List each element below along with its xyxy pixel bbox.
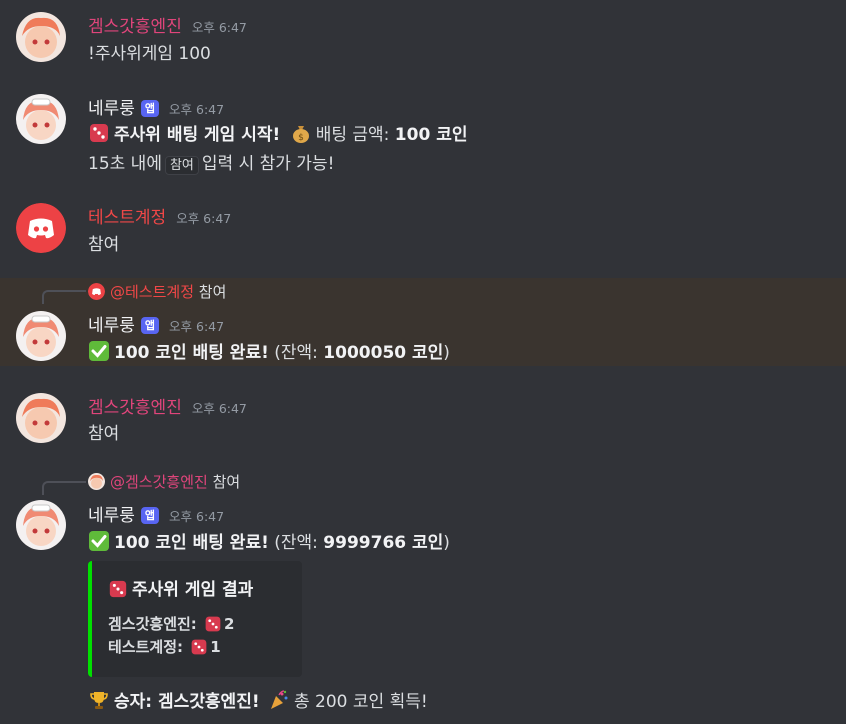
author-name[interactable]: 테스트계정 [88,203,166,228]
check-icon [89,341,109,361]
timestamp: 오후 6:47 [169,102,225,117]
dice-icon [205,616,221,632]
balance-value: 1000050 코인 [323,343,444,363]
player-name: 겜스갓흥엔진: [108,615,197,633]
avatar[interactable] [16,500,66,550]
dice-icon [90,124,108,142]
balance-close: ) [443,533,450,553]
author-name[interactable]: 네루룽 [88,94,135,119]
embed-title: 주사위 게임 결과 [132,580,254,600]
avatar[interactable] [16,12,66,62]
timestamp: 오후 6:47 [191,20,247,35]
reply-reference[interactable]: @겜스갓흥엔진 참여 [88,471,240,492]
balance-label: (잔액: [268,533,324,553]
reply-text: 참여 [212,473,241,491]
svg-text:$: $ [298,133,304,143]
prize-text: 총 200 코인 획득! [294,692,428,712]
message-text: !주사위게임 100 [88,44,211,64]
author-name[interactable]: 겜스갓흥엔진 [88,393,182,418]
timestamp: 오후 6:47 [169,509,225,524]
balance-close: ) [443,343,450,363]
join-instruction-a: 15초 내에 [88,154,162,174]
avatar[interactable] [16,311,66,361]
message-text: 참여 [88,424,120,444]
reply-reference[interactable]: @테스트계정 참여 [88,281,226,302]
author-name[interactable]: 네루룽 [88,311,135,336]
timestamp: 오후 6:47 [176,211,232,226]
reply-text: 참여 [198,283,227,301]
winner-text: 승자: 겜스갓흥엔진! [114,692,260,712]
player-name: 테스트계정: [108,638,183,656]
user-avatar-icon [88,473,105,490]
join-instruction-b: 입력 시 참가 가능! [201,154,335,174]
author-name[interactable]: 네루룽 [88,501,135,526]
check-icon [89,531,109,551]
message-text: 참여 [88,235,120,255]
balance-label: (잔액: [268,343,324,363]
avatar[interactable] [16,393,66,443]
avatar[interactable] [16,94,66,144]
result-embed: 주사위 게임 결과 겜스갓흥엔진: 2 테스트계정: 1 [88,561,302,677]
dice-icon [191,639,207,655]
dice-value: 1 [210,638,221,656]
dice-icon [109,580,127,598]
avatar[interactable] [16,203,66,253]
reply-spine [42,290,86,304]
embed-row: 테스트계정: 1 [108,636,221,657]
timestamp: 오후 6:47 [191,401,247,416]
bet-complete: 100 코인 배팅 완료! [114,533,269,553]
trophy-icon [90,692,108,709]
balance-value: 9999766 코인 [323,533,444,553]
reply-spine [42,481,86,495]
author-name[interactable]: 겜스갓흥엔진 [88,12,182,37]
timestamp: 오후 6:47 [169,319,225,334]
party-popper-icon [271,690,288,709]
bet-complete: 100 코인 배팅 완료! [114,343,269,363]
app-badge: 앱 [140,100,160,117]
app-badge: 앱 [140,317,160,334]
app-badge: 앱 [140,507,160,524]
inline-code: 참여 [164,156,199,175]
bet-amount: 100 코인 [394,125,468,145]
bet-label: 배팅 금액: [315,125,395,145]
dice-value: 2 [224,615,235,633]
reply-mention[interactable]: @겜스갓흥엔진 [110,471,208,492]
money-bag-icon: $ [292,126,309,143]
embed-row: 겜스갓흥엔진: 2 [108,613,234,634]
discord-logo-icon [88,283,105,300]
reply-mention[interactable]: @테스트계정 [110,281,194,302]
game-start-title: 주사위 배팅 게임 시작! [114,125,281,145]
